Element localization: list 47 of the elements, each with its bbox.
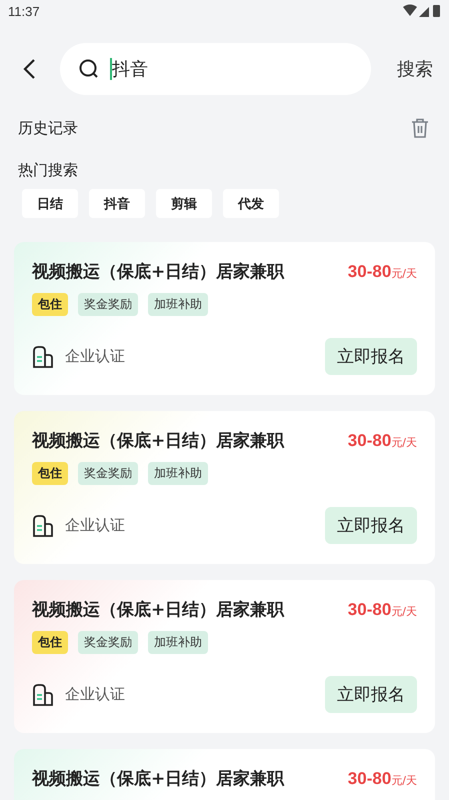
section-title: 热门搜索: [17, 161, 79, 180]
job-title: 视频搬运（保底+日结）居家兼职: [32, 430, 286, 452]
hot-search-chip[interactable]: 抖音: [89, 189, 145, 218]
job-card[interactable]: 视频搬运（保底+日结）居家兼职 30-80元/天 包住 奖金奖励 加班补助 企业认证 立即报名: [14, 242, 435, 395]
job-card[interactable]: 视频搬运（保底+日结）居家兼职 30-80元/天 包住 奖金奖励 加班补助 企业认证 立即报名: [14, 411, 435, 564]
job-tag: 奖金奖励: [78, 631, 138, 654]
job-tag: 加班补助: [148, 631, 208, 654]
building-icon: [32, 344, 54, 368]
status-time: 11:37: [8, 4, 40, 18]
job-tag: 包住: [32, 631, 68, 654]
job-card[interactable]: 视频搬运（保底+日结）居家兼职 30-80元/天: [14, 749, 435, 800]
job-title: 视频搬运（保底+日结）居家兼职: [32, 599, 286, 621]
job-salary: 30-80: [348, 262, 392, 282]
search-icon: [78, 58, 100, 80]
apply-button[interactable]: 立即报名: [325, 676, 417, 713]
job-tag: 加班补助: [148, 462, 208, 485]
verified-label: 企业认证: [65, 516, 126, 535]
building-icon: [32, 682, 54, 706]
job-card[interactable]: 视频搬运（保底+日结）居家兼职 30-80元/天 包住 奖金奖励 加班补助 企业认证 立即报名: [14, 580, 435, 733]
status-icons: [403, 4, 441, 18]
search-button[interactable]: 搜索: [397, 57, 433, 81]
search-field[interactable]: 抖音: [60, 43, 371, 95]
hot-search-chip[interactable]: 剪辑: [156, 189, 212, 218]
job-title: 视频搬运（保底+日结）居家兼职: [32, 261, 286, 283]
hot-search-chip[interactable]: 日结: [22, 189, 78, 218]
apply-button[interactable]: 立即报名: [325, 338, 417, 375]
verified-label: 企业认证: [65, 685, 126, 704]
hot-search-chip[interactable]: 代发: [223, 189, 279, 218]
job-tag: 奖金奖励: [78, 293, 138, 316]
trash-icon[interactable]: [411, 118, 429, 138]
salary-unit: 元/天: [391, 266, 417, 281]
verified-label: 企业认证: [65, 347, 126, 366]
job-salary: 30-80: [348, 431, 392, 451]
apply-button[interactable]: 立即报名: [325, 507, 417, 544]
job-tag: 加班补助: [148, 293, 208, 316]
job-title: 视频搬运（保底+日结）居家兼职: [32, 768, 286, 790]
back-icon[interactable]: [22, 58, 36, 80]
salary-unit: 元/天: [391, 604, 417, 619]
section-title: 历史记录: [18, 118, 78, 138]
job-salary: 30-80: [348, 600, 392, 620]
salary-unit: 元/天: [391, 773, 417, 788]
job-tag: 包住: [32, 462, 68, 485]
building-icon: [32, 514, 54, 538]
job-salary: 30-80: [348, 769, 392, 789]
job-tag: 包住: [32, 293, 68, 316]
salary-unit: 元/天: [391, 435, 417, 450]
job-tag: 奖金奖励: [78, 462, 138, 485]
